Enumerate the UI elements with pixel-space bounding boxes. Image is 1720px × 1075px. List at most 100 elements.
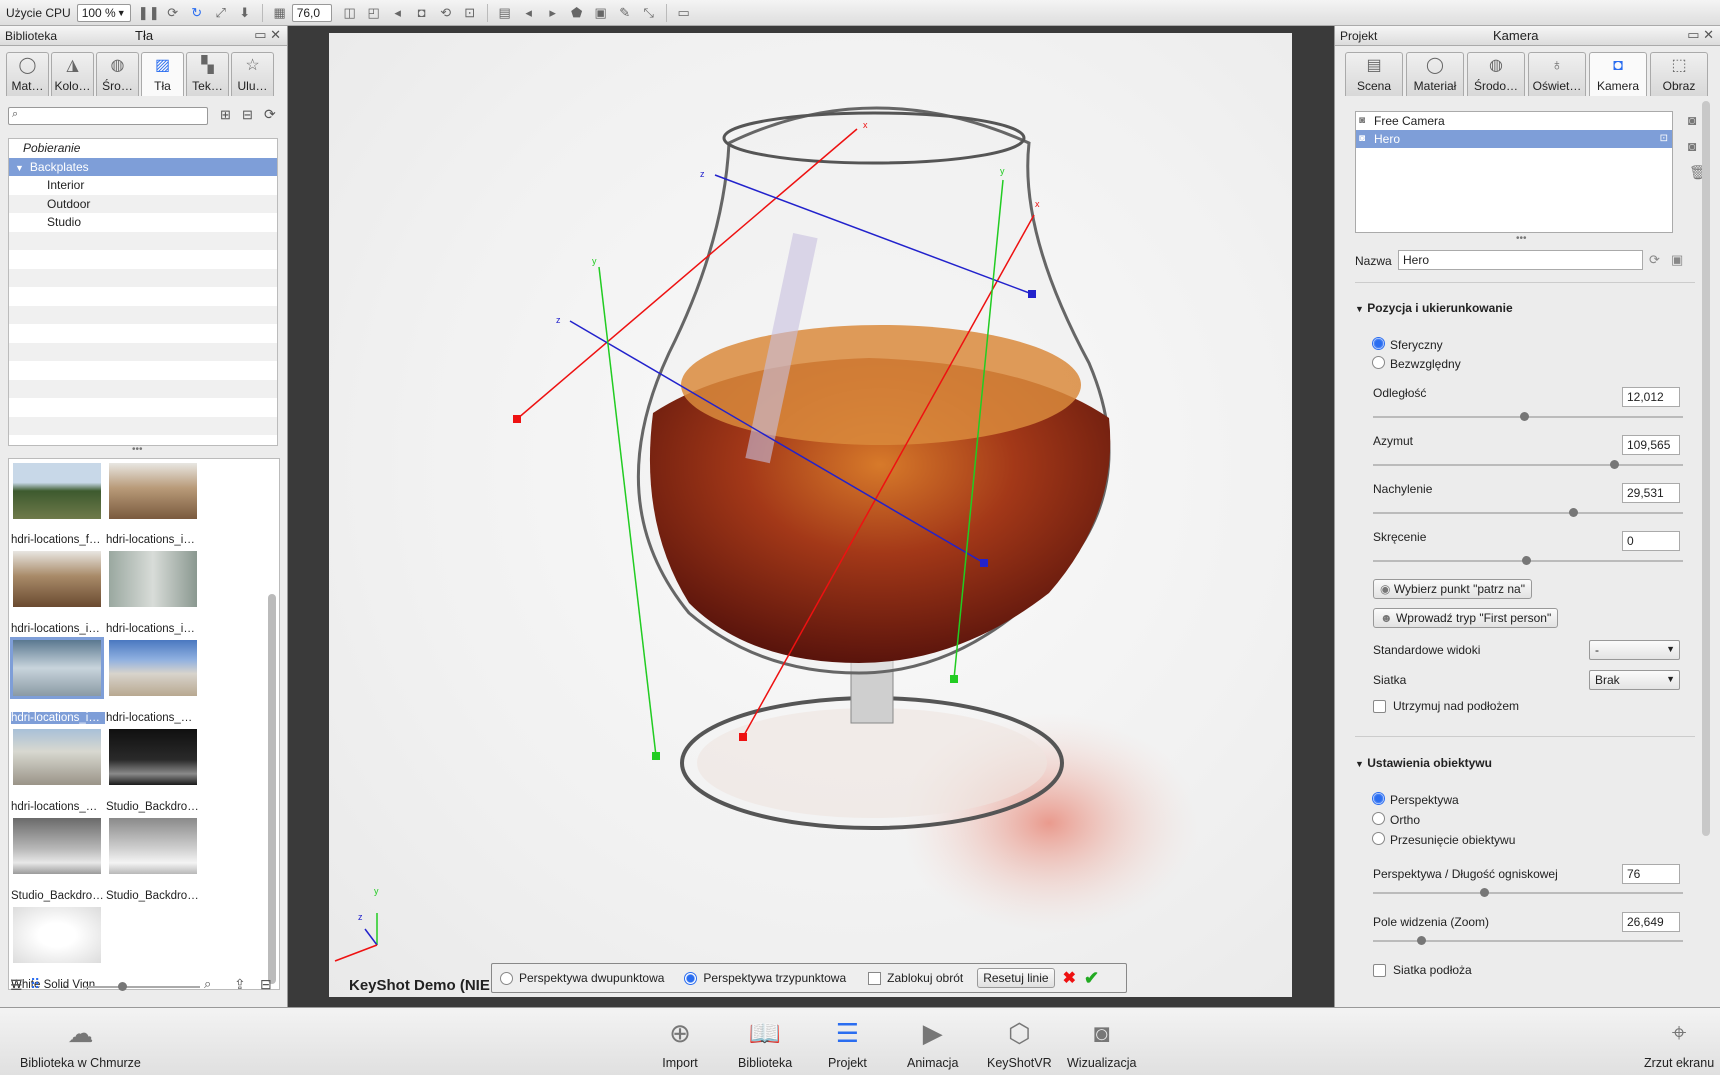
thumbnail-image[interactable] xyxy=(109,729,197,785)
floor-grid-checkbox[interactable] xyxy=(1373,964,1386,977)
screenshot-button[interactable]: ⌖ Zrzut ekranu xyxy=(1644,1016,1714,1070)
add-folder-icon[interactable]: ⊞ xyxy=(220,107,231,123)
import-button[interactable]: ⊕ Import xyxy=(662,1016,698,1071)
import-folder-icon[interactable]: ⊟ xyxy=(260,976,272,993)
slider-knob[interactable] xyxy=(1569,508,1578,517)
refresh-icon[interactable]: ⟳ xyxy=(165,5,181,21)
splitter-handle[interactable]: ••• xyxy=(132,444,143,455)
undo-icon[interactable]: ◂ xyxy=(521,5,537,21)
slider-knob[interactable] xyxy=(1520,412,1529,421)
tab-material[interactable]: ◯ Materiał xyxy=(1406,52,1464,96)
project-button[interactable]: ☰ Projekt xyxy=(828,1016,867,1071)
camera-icon[interactable]: ◰ xyxy=(366,5,382,21)
tab-environment[interactable]: ◍ Środo… xyxy=(1467,52,1525,96)
thumbnail-image[interactable] xyxy=(13,551,101,607)
scrollbar[interactable] xyxy=(1702,101,1710,836)
fit-icon[interactable]: ⤢ xyxy=(213,5,229,21)
distance-input[interactable]: 12,012 xyxy=(1622,387,1680,407)
azimuth-input[interactable]: 109,565 xyxy=(1622,435,1680,455)
thumbnail-image[interactable] xyxy=(109,551,197,607)
twist-slider[interactable] xyxy=(1373,556,1683,565)
radio-spherical[interactable] xyxy=(1372,337,1385,350)
tab-materials[interactable]: ◯ Mat… xyxy=(6,52,49,96)
grid-icon[interactable]: ▦ xyxy=(272,5,288,21)
close-icon[interactable]: ▭ ✕ xyxy=(254,27,281,43)
thumbnail-image[interactable] xyxy=(13,729,101,785)
keyshotvr-button[interactable]: ⬡ KeyShotVR xyxy=(987,1016,1052,1071)
tab-scene[interactable]: ▤ Scena xyxy=(1345,52,1403,96)
guide-handle[interactable] xyxy=(652,752,660,760)
upload-icon[interactable]: ⇪ xyxy=(234,976,246,993)
add-camera-icon[interactable]: ◙ xyxy=(1688,112,1696,128)
twist-input[interactable]: 0 xyxy=(1622,531,1680,551)
radio-two-point[interactable] xyxy=(500,971,513,985)
window-icon[interactable]: ▣ xyxy=(593,5,609,21)
camera-name-input[interactable]: Hero xyxy=(1398,250,1643,270)
section-position[interactable]: ▼ Pozycja i ukierunkowanie xyxy=(1355,301,1513,315)
guide-handle[interactable] xyxy=(1028,290,1036,298)
zoom-dropdown[interactable]: 100 % ▼ xyxy=(76,3,131,22)
reload-icon[interactable]: ↻ xyxy=(189,5,205,21)
shield-icon[interactable]: ⬟ xyxy=(569,5,585,21)
incline-slider[interactable] xyxy=(1373,508,1683,517)
stretch-icon[interactable]: ⤡ xyxy=(641,5,657,21)
thumbnail-image[interactable] xyxy=(109,640,197,696)
cloud-library-button[interactable]: ☁ Biblioteka w Chmurze xyxy=(20,1016,141,1071)
list-view-icon[interactable]: ☰ xyxy=(10,977,23,994)
grid-dropdown[interactable]: Brak ▼ xyxy=(1589,670,1680,690)
tab-backplates[interactable]: ▨ Tła xyxy=(141,52,184,96)
save-icon[interactable]: ▣ xyxy=(1671,252,1683,268)
camera-item-hero[interactable]: ◙ Hero ⊡ xyxy=(1356,130,1672,148)
grid-view-icon[interactable]: ⠿ xyxy=(30,976,40,993)
fov-input[interactable]: 26,649 xyxy=(1622,912,1680,932)
tab-colors[interactable]: ◮ Kolo… xyxy=(51,52,94,96)
render-canvas[interactable]: x x z z y y y z xyxy=(329,33,1292,997)
thumbnail-image[interactable] xyxy=(13,818,101,874)
azimuth-slider[interactable] xyxy=(1373,460,1683,469)
tab-lighting[interactable]: ♁ Oświet… xyxy=(1528,52,1586,96)
lock-rotation-checkbox[interactable] xyxy=(868,971,882,985)
radio-ortho[interactable] xyxy=(1372,812,1385,825)
redo-icon[interactable]: ▸ xyxy=(545,5,561,21)
tab-environments[interactable]: ◍ Śro… xyxy=(96,52,139,96)
tree-item-backplates[interactable]: ▼ Backplates xyxy=(9,157,277,176)
download-icon[interactable]: ⬇ xyxy=(237,5,253,21)
layers-icon[interactable]: ▤ xyxy=(497,5,513,21)
incline-input[interactable]: 29,531 xyxy=(1622,483,1680,503)
refresh-icon[interactable]: ⟳ xyxy=(1649,252,1660,268)
guide-handle[interactable] xyxy=(950,675,958,683)
monitor-icon[interactable]: ▭ xyxy=(676,5,692,21)
radio-three-point[interactable] xyxy=(684,971,698,985)
distance-slider[interactable] xyxy=(1373,412,1683,421)
thumbnail-image[interactable] xyxy=(13,907,101,963)
lock-icon[interactable]: ⊡ xyxy=(462,5,478,21)
camera-tool-icon[interactable]: ◘ xyxy=(414,5,430,21)
tree-item-outdoor[interactable]: Outdoor xyxy=(9,194,277,213)
slider-knob[interactable] xyxy=(1610,460,1619,469)
slider-knob[interactable] xyxy=(1417,936,1426,945)
tree-item-interior[interactable]: Interior xyxy=(9,176,277,195)
camera-back-icon[interactable]: ◂ xyxy=(390,5,406,21)
screenshot-icon[interactable]: ◫ xyxy=(342,5,358,21)
tab-image[interactable]: ⬚ Obraz xyxy=(1650,52,1708,96)
library-button[interactable]: 📖 Biblioteka xyxy=(738,1016,792,1071)
thumbnail-image[interactable] xyxy=(109,463,197,519)
pause-icon[interactable]: ❚❚ xyxy=(138,5,160,21)
search-input[interactable]: ⌕ xyxy=(8,107,208,125)
animation-button[interactable]: ▶ Animacja xyxy=(907,1016,958,1071)
cancel-icon[interactable]: ✖ xyxy=(1063,968,1076,988)
lock-icon[interactable]: ⊡ xyxy=(1660,130,1668,148)
guide-handle[interactable] xyxy=(739,733,747,741)
thumbnail-image[interactable] xyxy=(13,463,101,519)
confirm-icon[interactable]: ✔ xyxy=(1084,968,1099,989)
pick-lookat-button[interactable]: ◉ Wybierz punkt "patrz na" xyxy=(1373,579,1532,599)
guide-handle[interactable] xyxy=(513,415,521,423)
splitter-handle[interactable]: ••• xyxy=(1516,233,1527,244)
radio-perspective[interactable] xyxy=(1372,792,1385,805)
tree-item-download[interactable]: Pobieranie xyxy=(9,139,277,158)
guide-handle[interactable] xyxy=(980,559,988,567)
thumbnail-image-selected[interactable] xyxy=(10,637,104,699)
radio-lens-shift[interactable] xyxy=(1372,832,1385,845)
render-button[interactable]: ◙ Wizualizacja xyxy=(1067,1016,1136,1071)
duplicate-camera-icon[interactable]: ◙ xyxy=(1688,138,1696,154)
